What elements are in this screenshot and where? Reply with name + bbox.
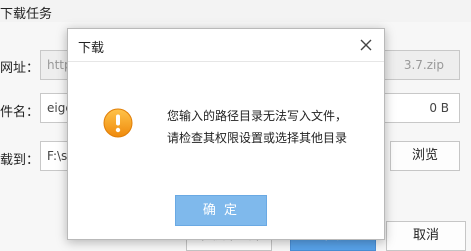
- dialog-message-line2: 请检查其权限设置或选择其他目录: [167, 131, 348, 145]
- saveto-value: F:\s: [47, 149, 68, 163]
- saveto-label: 载到：: [0, 153, 40, 168]
- dialog-titlebar: 下载: [68, 29, 384, 62]
- dialog-message-line1: 您输入的路径目录无法写入文件，: [167, 109, 348, 123]
- filename-label: 件名：: [0, 105, 40, 120]
- browse-button[interactable]: 浏览: [390, 141, 460, 171]
- warning-icon: [103, 108, 133, 138]
- cancel-button[interactable]: 取消: [386, 221, 466, 251]
- window-title: 下载任务: [0, 7, 53, 22]
- url-label: 网址：: [0, 61, 40, 76]
- url-tail: 3.7.zip: [403, 58, 444, 72]
- ok-button[interactable]: 确 定: [175, 195, 267, 226]
- filesize-value: 0 B: [429, 101, 449, 115]
- dialog-title: 下载: [78, 41, 105, 56]
- close-icon[interactable]: [358, 37, 374, 53]
- window-titlebar: 下载任务: [0, 0, 471, 22]
- error-dialog: 下载 您输入的路径目录无法写入文件， 请检查其权限设置或选择其他目录 确 定: [67, 28, 385, 240]
